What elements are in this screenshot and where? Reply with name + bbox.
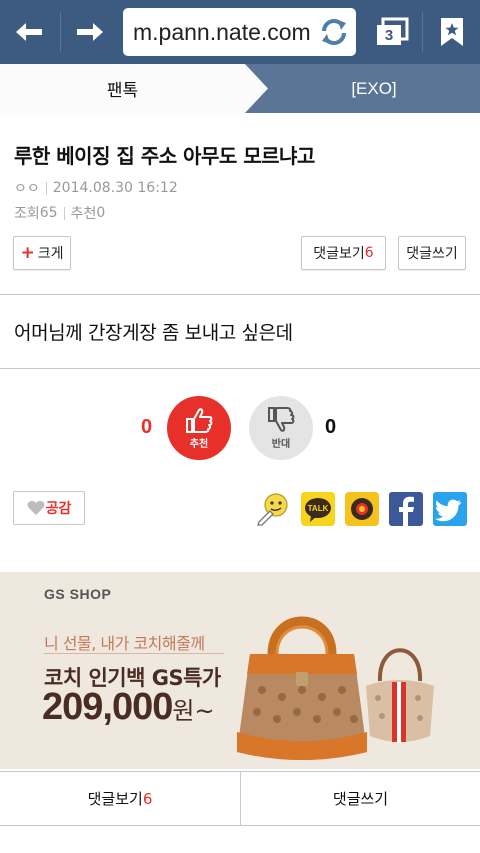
font-size-button[interactable]: + 크게: [13, 236, 71, 270]
ad-price: 209,000원~: [42, 686, 215, 729]
browser-toolbar: m.pann.nate.com 3: [0, 0, 480, 64]
ad-price-value: 209,000: [42, 686, 173, 728]
breadcrumb-section-label: 팬톡: [106, 81, 139, 101]
kakaotalk-icon-text: TALK: [308, 504, 329, 513]
plus-icon: +: [20, 243, 35, 263]
empathy-label: 공감: [45, 501, 72, 517]
comment-count: 6: [364, 245, 374, 261]
breadcrumb: 팬톡 [EXO]: [0, 64, 480, 113]
bottom-comment-count: 6: [142, 789, 153, 808]
twitter-icon[interactable]: [433, 492, 467, 526]
empathy-button[interactable]: 공감: [13, 491, 85, 525]
tab-count: 3: [384, 26, 394, 44]
reload-icon[interactable]: [318, 17, 350, 51]
post-datetime: 2014.08.30 16:12: [52, 180, 178, 196]
font-size-label: 크게: [37, 246, 64, 262]
ad-subheadline: 니 선물, 내가 코치해줄께: [44, 634, 205, 653]
article-body: 어머님께 간장게장 좀 보내고 싶은데: [14, 322, 293, 344]
view-comments-label: 댓글보기: [313, 246, 365, 262]
breadcrumb-board-label[interactable]: [EXO]: [268, 64, 480, 113]
article-stats: 조회 65 추천 0: [14, 203, 105, 223]
write-comment-button[interactable]: 댓글쓰기: [398, 236, 466, 270]
bottom-write-comment-label: 댓글쓰기: [332, 790, 389, 808]
recommend-button[interactable]: 추천: [167, 396, 231, 460]
kakaostory-icon[interactable]: [345, 492, 379, 526]
tabs-button[interactable]: 3: [362, 0, 422, 64]
ad-price-unit: 원~: [172, 697, 215, 725]
bookmark-star-icon: [440, 18, 463, 46]
ad-underline: [44, 653, 224, 654]
oppose-button[interactable]: 반대: [249, 396, 313, 460]
forward-button[interactable]: [61, 0, 119, 64]
facebook-icon[interactable]: [389, 492, 423, 526]
view-comments-button[interactable]: 댓글보기 6: [301, 236, 386, 270]
handbag-image: [237, 616, 367, 760]
views-label: 조회: [14, 206, 40, 222]
ad-banner[interactable]: GS SHOP 니 선물, 내가 코치해줄께 코치 인기백 GS특가 209,0…: [0, 572, 480, 769]
meta-divider: [45, 181, 47, 195]
write-comment-label: 댓글쓰기: [406, 246, 458, 262]
kakaotalk-icon[interactable]: TALK: [301, 492, 335, 526]
arrow-left-icon: [16, 23, 42, 41]
back-button[interactable]: [0, 0, 58, 64]
breadcrumb-section[interactable]: 팬톡: [0, 64, 268, 113]
heart-icon: [27, 501, 45, 515]
arrow-right-icon: [77, 23, 103, 41]
emoticon-icon[interactable]: [256, 492, 290, 526]
divider: [0, 368, 480, 369]
ad-brand: GS SHOP: [44, 586, 112, 602]
recommend-button-label: 추천: [189, 439, 209, 450]
bottom-action-bar: 댓글보기 6 댓글쓰기: [0, 771, 480, 826]
handbag-image: [366, 648, 434, 742]
article-title: 루한 베이징 집 주소 아무도 모르냐고: [14, 144, 315, 168]
address-bar[interactable]: m.pann.nate.com: [123, 8, 356, 56]
thumbs-up-icon: [186, 408, 213, 433]
article-meta: ㅇㅇ 2014.08.30 16:12: [14, 178, 178, 198]
views-count: 65: [39, 205, 58, 221]
thumbs-down-icon: [268, 407, 295, 432]
meta-divider: [63, 206, 65, 220]
bottom-view-comments-button[interactable]: 댓글보기 6: [0, 772, 240, 825]
recommend-count: 0: [96, 205, 106, 221]
recommend-vote-count: 0: [141, 416, 153, 438]
oppose-button-label: 반대: [271, 439, 291, 450]
recommend-label: 추천: [70, 206, 97, 222]
url-text[interactable]: m.pann.nate.com: [133, 19, 313, 46]
bottom-view-comments-label: 댓글보기: [87, 790, 143, 808]
bookmark-button[interactable]: [423, 0, 480, 64]
author-name: ㅇㅇ: [14, 181, 40, 197]
oppose-vote-count: 0: [325, 416, 337, 438]
divider: [0, 294, 480, 295]
bottom-write-comment-button[interactable]: 댓글쓰기: [241, 772, 480, 825]
